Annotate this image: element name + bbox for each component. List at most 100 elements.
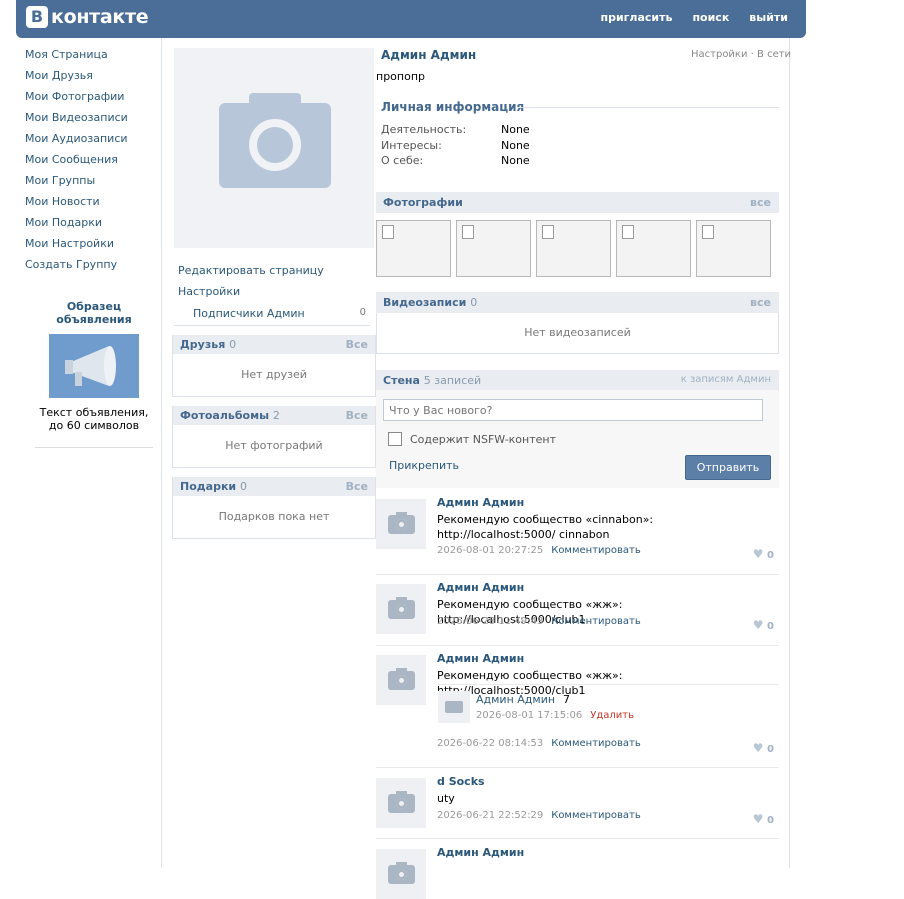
separator-dot: · [750,49,754,60]
attach-link[interactable]: Прикрепить [389,459,459,472]
albums-header[interactable]: Фотоальбомы 2 Все [173,406,375,425]
videos-all-link[interactable]: все [750,296,771,309]
wall-post-input[interactable] [383,399,763,421]
menu-my-audio[interactable]: Мои Аудиозаписи [25,131,155,152]
edit-page-link[interactable]: Редактировать страницу [178,264,324,277]
profile-settings-link[interactable]: Настройки [691,49,747,60]
subscribers-count: 0 [359,307,366,318]
left-menu: Моя Страница Мои Друзья Мои Фотографии М… [25,47,155,278]
info-row: Интересы: None [381,139,530,152]
friends-empty: Нет друзей [241,368,307,381]
comment-link[interactable]: Комментировать [551,545,641,556]
invite-link[interactable]: пригласить [600,11,672,24]
like-count: 0 [767,621,774,632]
videos-header[interactable]: Видеозаписи 0 все [376,292,779,313]
nsfw-checkbox[interactable] [388,432,402,446]
divider [161,38,162,868]
photo-thumb[interactable] [616,220,691,277]
send-button[interactable]: Отправить [685,455,771,480]
menu-my-friends[interactable]: Мои Друзья [25,68,155,89]
logo-icon: B [26,6,48,28]
albums-all-link[interactable]: Все [346,409,368,422]
gifts-all-link[interactable]: Все [346,480,368,493]
photo-thumb[interactable] [696,220,771,277]
subscribers-row[interactable]: Подписчики Админ 0 [174,303,370,326]
wall-title[interactable]: Стена [383,374,420,387]
author-avatar[interactable] [376,778,426,828]
menu-my-messages[interactable]: Мои Сообщения [25,152,155,173]
logo-text: контакте [51,6,149,28]
post-author[interactable]: Админ Админ [437,652,524,665]
info-row: О себе: None [381,154,530,167]
divider [517,107,779,108]
divider [376,574,779,575]
comment-avatar[interactable] [438,691,470,723]
heart-icon: ♥ [752,741,764,755]
ad-title: Образец объявления [56,300,132,326]
post-author[interactable]: d Socks [437,775,485,788]
albums-count: 2 [272,409,280,422]
friends-header[interactable]: Друзья 0 Все [173,335,375,354]
like-button[interactable]: ♥ 0 [753,618,774,632]
post-date[interactable]: 2026-06-22 08:14:53 [437,738,543,749]
author-avatar[interactable] [376,499,426,549]
heart-icon: ♥ [752,618,764,632]
ad-divider [35,447,153,448]
post-date[interactable]: 2026-08-01 20:27:25 [437,545,543,556]
menu-my-news[interactable]: Мои Новости [25,194,155,215]
photo-thumb[interactable] [536,220,611,277]
photos-all-link[interactable]: все [750,196,771,209]
videos-empty: Нет видеозаписей [376,313,779,354]
info-key: О себе: [381,154,424,167]
menu-my-groups[interactable]: Мои Группы [25,173,155,194]
logout-link[interactable]: выйти [749,11,788,24]
gifts-header[interactable]: Подарки 0 Все [173,477,375,496]
post-date[interactable]: 2026-06-21 22:52:29 [437,810,543,821]
subscribers-label: Подписчики Админ [193,307,305,320]
post-author[interactable]: Админ Админ [437,846,524,859]
like-button[interactable]: ♥ 0 [753,547,774,561]
divider [376,838,779,839]
gifts-empty: Подарков пока нет [218,510,330,523]
comment-link[interactable]: Комментировать [551,738,641,749]
like-count: 0 [767,550,774,561]
nsfw-option[interactable]: Содержит NSFW-контент [388,432,556,446]
profile-name: Админ Админ [381,48,477,62]
menu-my-videos[interactable]: Мои Видеозаписи [25,110,155,131]
comment-link[interactable]: Комментировать [551,616,641,627]
menu-my-page[interactable]: Моя Страница [25,47,155,68]
photo-thumb[interactable] [456,220,531,277]
site-logo[interactable]: B контакте [26,6,149,28]
author-avatar[interactable] [376,584,426,634]
post-author[interactable]: Админ Админ [437,496,524,509]
like-button[interactable]: ♥ 0 [753,812,774,826]
wall-count: 5 записей [423,374,482,387]
author-avatar[interactable] [376,655,426,705]
menu-create-group[interactable]: Создать Группу [25,257,155,278]
ad-block[interactable]: Образец объявления Текст объявления, до … [35,300,153,448]
menu-my-photos[interactable]: Мои Фотографии [25,89,155,110]
profile-avatar[interactable] [174,48,374,248]
wall-records-link[interactable]: к записям Админ [681,374,771,385]
friends-all-link[interactable]: Все [346,338,368,351]
profile-status[interactable]: пропопр [376,70,425,83]
post-author[interactable]: Админ Админ [437,581,524,594]
divider [376,645,779,646]
divider [789,38,790,868]
delete-comment-link[interactable]: Удалить [590,710,634,721]
ad-text: Текст объявления, до 60 символов [39,406,149,432]
like-button[interactable]: ♥ 0 [753,741,774,755]
menu-my-gifts[interactable]: Мои Подарки [25,215,155,236]
comment-date: 2026-08-01 17:15:06 [476,710,583,721]
comment-link[interactable]: Комментировать [551,810,641,821]
search-link[interactable]: поиск [692,11,729,24]
post-date[interactable]: 2026-06-28 11:49:43 [437,616,543,627]
nsfw-label: Содержит NSFW-контент [410,432,557,446]
photo-thumb[interactable] [376,220,451,277]
author-avatar[interactable] [376,849,426,899]
photos-header[interactable]: Фотографии все [376,192,779,213]
settings-link[interactable]: Настройки [178,285,240,298]
comment-author[interactable]: Админ Админ [476,693,555,706]
divider [376,767,779,768]
menu-my-settings[interactable]: Мои Настройки [25,236,155,257]
